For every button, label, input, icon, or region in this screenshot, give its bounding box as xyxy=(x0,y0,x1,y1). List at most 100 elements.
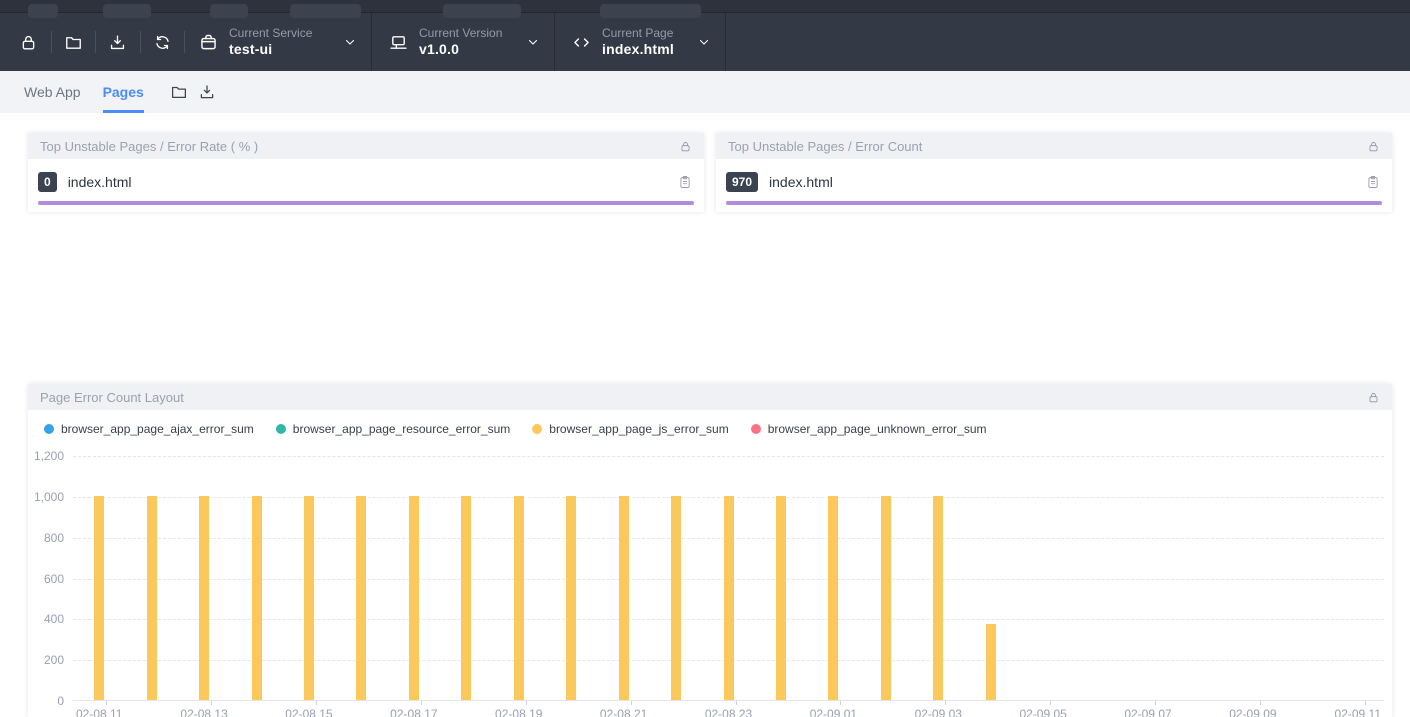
legend-dot-icon xyxy=(532,424,542,434)
lock-icon[interactable] xyxy=(1367,140,1380,153)
cropped-button[interactable] xyxy=(443,4,521,18)
bar-browser_app_page_js_error_sum[interactable] xyxy=(566,496,576,700)
tab-pages[interactable]: Pages xyxy=(103,71,144,113)
card-error-count-header: Top Unstable Pages / Error Count xyxy=(716,133,1392,159)
bar-browser_app_page_js_error_sum[interactable] xyxy=(671,496,681,700)
x-axis-tick-mark xyxy=(1260,701,1261,705)
bar-browser_app_page_js_error_sum[interactable] xyxy=(881,496,891,700)
card-error-rate-body: 0 index.html xyxy=(28,159,704,212)
summary-cards-row: Top Unstable Pages / Error Rate ( % ) 0 … xyxy=(28,133,1392,212)
x-axis-tick-label: 02-09 09 xyxy=(1229,707,1276,717)
briefcase-icon xyxy=(196,30,220,54)
chevron-down-icon[interactable] xyxy=(698,36,710,48)
bar-browser_app_page_js_error_sum[interactable] xyxy=(776,496,786,700)
laptop-icon xyxy=(386,30,410,54)
current-version-value: v1.0.0 xyxy=(419,41,502,59)
top-cropped-strip xyxy=(0,0,1410,13)
chevron-down-icon[interactable] xyxy=(344,36,356,48)
x-axis-tick-label: 02-08 19 xyxy=(495,707,542,717)
cropped-button[interactable] xyxy=(290,4,361,18)
lock-icon[interactable] xyxy=(679,140,692,153)
legend-item[interactable]: browser_app_page_resource_error_sum xyxy=(276,422,510,436)
toolbar-divider xyxy=(51,31,52,53)
tab-web-app[interactable]: Web App xyxy=(24,71,81,113)
y-axis-tick-label: 200 xyxy=(44,653,64,667)
bar-browser_app_page_js_error_sum[interactable] xyxy=(933,496,943,700)
clipboard-icon[interactable] xyxy=(678,174,692,190)
bar-browser_app_page_js_error_sum[interactable] xyxy=(252,496,262,700)
x-axis-tick-mark xyxy=(316,701,317,705)
refresh-icon[interactable] xyxy=(152,31,174,53)
bar-browser_app_page_js_error_sum[interactable] xyxy=(304,496,314,700)
current-page-label: Current Page xyxy=(602,26,674,41)
x-axis-tick-mark xyxy=(526,701,527,705)
bar-browser_app_page_js_error_sum[interactable] xyxy=(724,496,734,700)
bar-browser_app_page_js_error_sum[interactable] xyxy=(147,496,157,700)
page-name: index.html xyxy=(769,174,833,190)
x-axis-tick-mark xyxy=(736,701,737,705)
current-service-selector[interactable]: Current Service test-ui xyxy=(196,13,371,71)
bar-browser_app_page_js_error_sum[interactable] xyxy=(356,496,366,700)
toolbar-divider xyxy=(725,13,726,71)
chart-card-header: Page Error Count Layout xyxy=(28,384,1392,410)
legend-label: browser_app_page_resource_error_sum xyxy=(293,422,510,436)
x-axis-tick-mark xyxy=(631,701,632,705)
chevron-down-icon[interactable] xyxy=(527,36,539,48)
code-icon xyxy=(569,30,593,54)
chart-card-title: Page Error Count Layout xyxy=(40,390,184,405)
cropped-button[interactable] xyxy=(28,4,58,18)
x-axis-tick-label: 02-08 11 xyxy=(76,707,122,717)
bar-browser_app_page_js_error_sum[interactable] xyxy=(986,624,996,700)
x-axis-tick-label: 02-08 13 xyxy=(180,707,227,717)
x-axis-tick-label: 02-09 03 xyxy=(915,707,962,717)
cropped-button[interactable] xyxy=(600,4,701,18)
x-axis-tick-mark xyxy=(1155,701,1156,705)
legend-item[interactable]: browser_app_page_js_error_sum xyxy=(532,422,728,436)
download-icon[interactable] xyxy=(196,81,218,103)
card-error-rate: Top Unstable Pages / Error Rate ( % ) 0 … xyxy=(28,133,704,212)
legend-item[interactable]: browser_app_page_unknown_error_sum xyxy=(751,422,987,436)
bar-browser_app_page_js_error_sum[interactable] xyxy=(461,496,471,700)
lock-icon[interactable] xyxy=(1367,391,1380,404)
bar-browser_app_page_js_error_sum[interactable] xyxy=(828,496,838,700)
lock-icon[interactable] xyxy=(18,31,40,53)
x-axis-tick-label: 02-09 11 xyxy=(1335,707,1381,717)
chart-plot: 02004006008001,0001,200 xyxy=(73,456,1384,701)
card-error-count-title: Top Unstable Pages / Error Count xyxy=(728,139,922,154)
bar-browser_app_page_js_error_sum[interactable] xyxy=(514,496,524,700)
x-axis-tick-label: 02-09 07 xyxy=(1124,707,1171,717)
toolbar-icon-group xyxy=(0,13,196,71)
x-axis-tick-mark xyxy=(840,701,841,705)
bar-browser_app_page_js_error_sum[interactable] xyxy=(199,496,209,700)
cropped-button[interactable] xyxy=(210,4,248,18)
y-axis-tick-label: 1,000 xyxy=(34,490,64,504)
bar-browser_app_page_js_error_sum[interactable] xyxy=(94,496,104,700)
clipboard-icon[interactable] xyxy=(1366,174,1380,190)
legend-dot-icon xyxy=(44,424,54,434)
card-error-count-body: 970 index.html xyxy=(716,159,1392,212)
folder-icon[interactable] xyxy=(63,31,85,53)
current-page-text: Current Page index.html xyxy=(602,26,674,59)
download-icon[interactable] xyxy=(107,31,129,53)
legend-item[interactable]: browser_app_page_ajax_error_sum xyxy=(44,422,254,436)
bar-browser_app_page_js_error_sum[interactable] xyxy=(409,496,419,700)
current-version-selector[interactable]: Current Version v1.0.0 xyxy=(371,13,554,71)
x-axis-tick-mark xyxy=(211,701,212,705)
y-axis-tick-label: 400 xyxy=(44,612,64,626)
folder-icon[interactable] xyxy=(168,81,190,103)
current-page-selector[interactable]: Current Page index.html xyxy=(554,13,725,71)
x-axis-tick-mark xyxy=(421,701,422,705)
bar-browser_app_page_js_error_sum[interactable] xyxy=(619,496,629,700)
card-error-rate-title: Top Unstable Pages / Error Rate ( % ) xyxy=(40,139,258,154)
card-error-count: Top Unstable Pages / Error Count 970 ind… xyxy=(716,133,1392,212)
legend-label: browser_app_page_ajax_error_sum xyxy=(61,422,254,436)
page-row: 0 index.html xyxy=(38,172,694,192)
value-badge: 0 xyxy=(38,172,57,192)
legend-label: browser_app_page_unknown_error_sum xyxy=(768,422,987,436)
value-badge: 970 xyxy=(726,172,758,192)
x-axis-tick-label: 02-08 17 xyxy=(390,707,437,717)
page-row: 970 index.html xyxy=(726,172,1382,192)
current-page-value: index.html xyxy=(602,41,674,59)
current-version-label: Current Version xyxy=(419,26,502,41)
cropped-button[interactable] xyxy=(103,4,151,18)
